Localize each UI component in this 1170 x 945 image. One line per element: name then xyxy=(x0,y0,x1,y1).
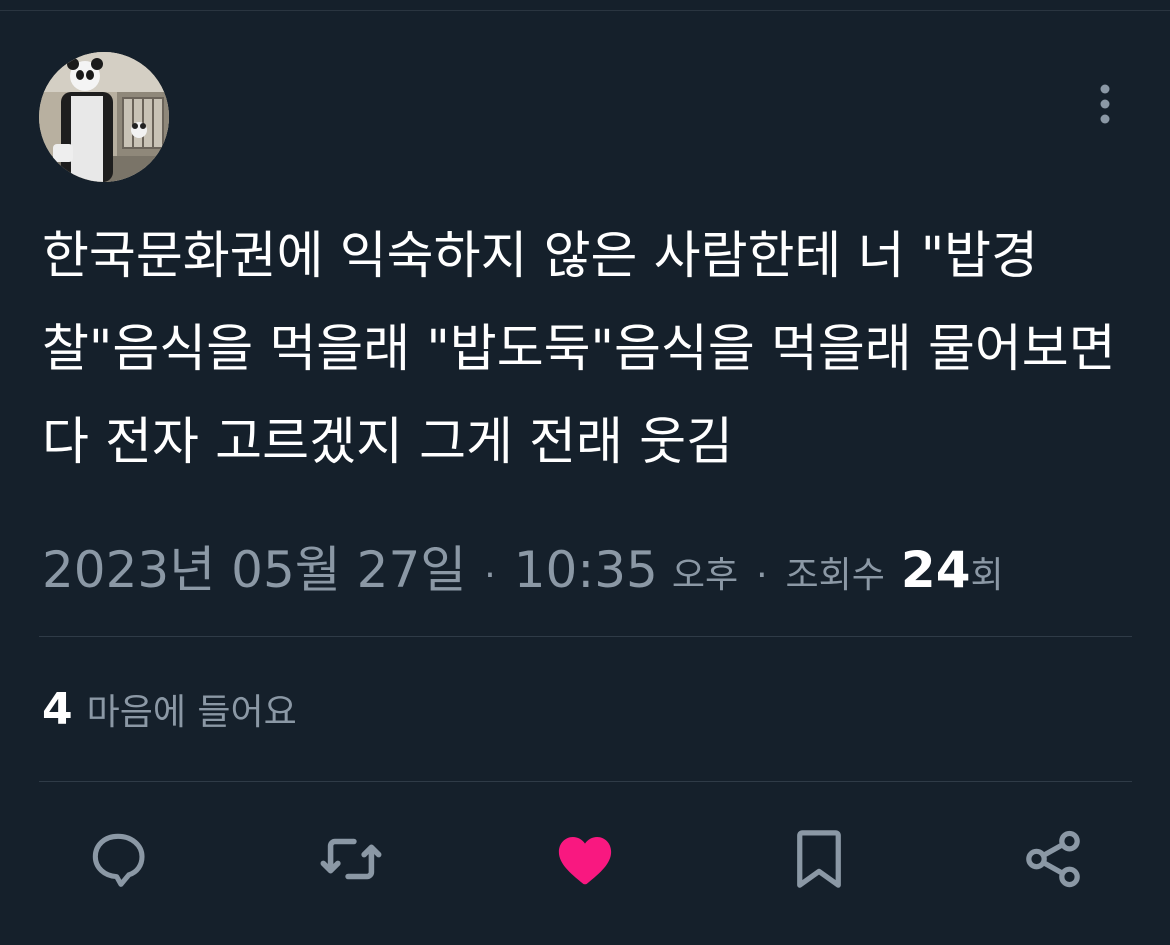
tweet-date[interactable]: 2023년 05월 27일 xyxy=(42,530,466,602)
avatar[interactable] xyxy=(39,52,169,182)
views-label: 조회수 xyxy=(785,555,885,596)
heart-icon xyxy=(558,837,612,885)
tweet-time[interactable]: 10:35 xyxy=(514,541,658,599)
bookmark-icon xyxy=(797,830,841,888)
tweet-text: 한국문화권에 익숙하지 않은 사람한테 너 "밥경 찰"음식을 먹을래 "밥도둑… xyxy=(42,227,1116,472)
like-button[interactable] xyxy=(550,824,620,894)
divider xyxy=(39,636,1132,637)
retweet-icon xyxy=(320,838,382,880)
retweet-button[interactable] xyxy=(316,824,386,894)
bookmark-button[interactable] xyxy=(784,824,854,894)
likes-count: 4 xyxy=(42,684,73,735)
top-divider xyxy=(0,10,1170,11)
tweet-meta: 2023년 05월 27일 · 10:35 오후 · 조회수 24 회 xyxy=(42,530,1004,599)
divider xyxy=(39,781,1132,782)
tweet-ampm: 오후 xyxy=(671,555,739,596)
likes-summary[interactable]: 4 마음에 들어요 xyxy=(42,683,297,735)
meta-separator: · xyxy=(756,555,768,596)
more-options-icon[interactable] xyxy=(1088,80,1122,128)
likes-label: 마음에 들어요 xyxy=(86,692,297,733)
share-icon xyxy=(1026,830,1080,888)
avatar-image xyxy=(39,52,169,182)
share-button[interactable] xyxy=(1018,824,1088,894)
meta-separator: · xyxy=(484,555,496,596)
reply-button[interactable] xyxy=(83,824,153,894)
views-suffix: 회 xyxy=(970,555,1004,596)
speech-bubble-icon xyxy=(92,833,145,887)
views-count: 24 xyxy=(900,541,971,599)
